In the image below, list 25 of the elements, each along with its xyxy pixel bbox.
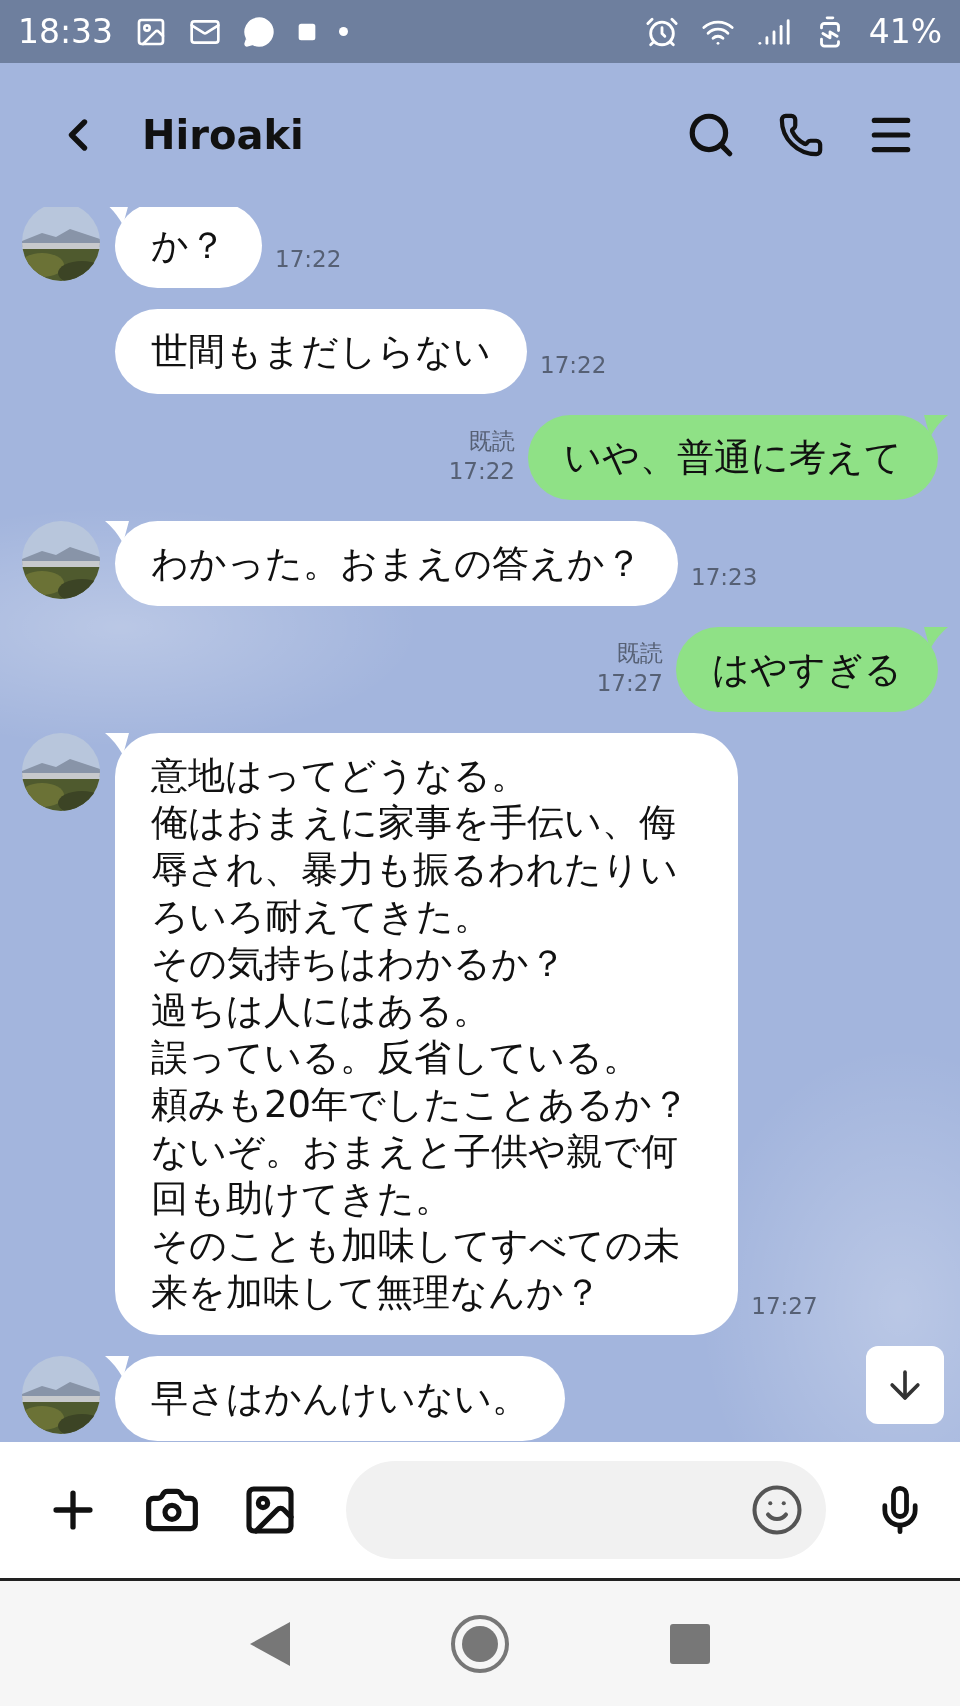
chat-title: Hiroaki bbox=[142, 112, 305, 158]
message-text: 誤っている。反省している。 bbox=[151, 1035, 641, 1081]
message-time: 17:27 bbox=[596, 669, 663, 698]
message-time: 17:23 bbox=[691, 563, 758, 592]
message-text: 意地はってどうなる。 bbox=[151, 753, 529, 799]
message-text: 早さはかんけいない。 bbox=[151, 1376, 529, 1422]
battery-level: 41% bbox=[868, 12, 942, 51]
message-text: か？ bbox=[151, 223, 226, 269]
message-text: その気持ちはわかるか？ bbox=[151, 941, 567, 987]
message-text: 世間もまだしらない bbox=[151, 329, 491, 375]
message-text: 過ちは人にはある。 bbox=[151, 988, 491, 1034]
message-time: 17:27 bbox=[751, 1292, 818, 1321]
message-time: 17:22 bbox=[540, 351, 607, 380]
read-receipt: 既読 bbox=[617, 639, 663, 668]
read-receipt: 既読 bbox=[469, 427, 515, 456]
message-text: いや、普通に考えて bbox=[564, 435, 902, 481]
message-text: 俺はおまえに家事を手伝い、侮辱され、暴力も振るわれたりいろいろ耐えてきた。 bbox=[151, 800, 679, 940]
message-text: はやすぎる bbox=[712, 647, 902, 693]
message-text: そのことも加味してすべての未来を加味して無理なんか？ bbox=[151, 1223, 681, 1316]
message-text: わかった。おまえの答えか？ bbox=[151, 541, 642, 587]
message-text: ないぞ。おまえと子供や親で何回も助けてきた。 bbox=[151, 1129, 679, 1222]
message-time: 17:22 bbox=[448, 457, 515, 486]
message-time: 17:22 bbox=[275, 245, 342, 274]
message-text: 頼みも20年でしたことあるか？ bbox=[151, 1082, 691, 1128]
clock-time: 18:33 bbox=[18, 12, 114, 51]
